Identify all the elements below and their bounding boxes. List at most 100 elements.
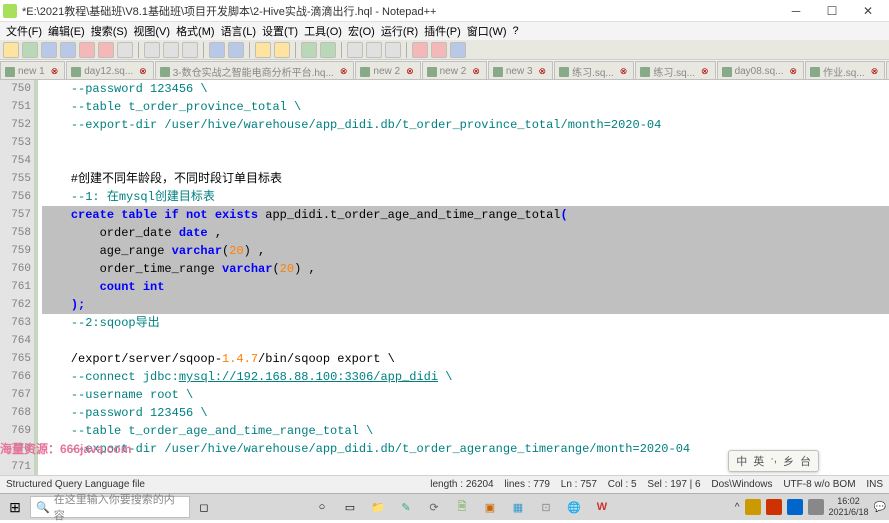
zoom-in-button[interactable] bbox=[301, 42, 317, 58]
code-line[interactable]: --username root \ bbox=[42, 386, 889, 404]
menu-item[interactable]: 设置(T) bbox=[259, 23, 301, 39]
code-line[interactable]: age_range varchar(20) , bbox=[42, 242, 889, 260]
replace-button[interactable] bbox=[274, 42, 290, 58]
editor-tab[interactable]: new 2⊗ bbox=[355, 61, 420, 79]
menu-item[interactable]: 插件(P) bbox=[421, 23, 464, 39]
find-button[interactable] bbox=[255, 42, 271, 58]
tab-close-icon[interactable]: ⊗ bbox=[406, 66, 414, 77]
taskbar-search[interactable]: 🔍 在这里输入你要搜索的内容 bbox=[30, 496, 190, 518]
ime-option[interactable]: 英 bbox=[753, 453, 764, 469]
open-file-button[interactable] bbox=[22, 42, 38, 58]
save-all-button[interactable] bbox=[60, 42, 76, 58]
undo-button[interactable] bbox=[209, 42, 225, 58]
tray-icon-4[interactable] bbox=[808, 499, 824, 515]
menu-item[interactable]: 编辑(E) bbox=[45, 23, 88, 39]
zoom-out-button[interactable] bbox=[320, 42, 336, 58]
menu-item[interactable]: 搜索(S) bbox=[88, 23, 131, 39]
tab-close-icon[interactable]: ⊗ bbox=[139, 66, 147, 77]
tray-icon-2[interactable] bbox=[766, 499, 782, 515]
task-view-icon[interactable]: ◻ bbox=[192, 495, 216, 519]
cut-button[interactable] bbox=[144, 42, 160, 58]
explorer-icon[interactable]: 📁 bbox=[366, 495, 390, 519]
menu-item[interactable]: 视图(V) bbox=[130, 23, 173, 39]
app-icon-2[interactable]: ⟳ bbox=[422, 495, 446, 519]
tab-close-icon[interactable]: ⊗ bbox=[472, 66, 480, 77]
indent-guide-button[interactable] bbox=[385, 42, 401, 58]
editor-tab[interactable]: day08.sq...⊗ bbox=[717, 61, 804, 79]
play-macro-button[interactable] bbox=[431, 42, 447, 58]
ime-option[interactable]: ·, bbox=[770, 453, 777, 469]
code-line[interactable]: --password 123456 \ bbox=[42, 80, 889, 98]
show-symbols-button[interactable] bbox=[366, 42, 382, 58]
code-line[interactable] bbox=[42, 134, 889, 152]
code-line[interactable]: --table t_order_age_and_time_range_total… bbox=[42, 422, 889, 440]
menu-item[interactable]: 运行(R) bbox=[378, 23, 421, 39]
editor-tab[interactable]: 练习.sq...⊗ bbox=[635, 61, 715, 79]
app-icon-4[interactable]: ⊡ bbox=[534, 495, 558, 519]
run-button[interactable] bbox=[450, 42, 466, 58]
vmware-icon[interactable]: ▣ bbox=[478, 495, 502, 519]
tab-close-icon[interactable]: ⊗ bbox=[701, 66, 709, 77]
code-line[interactable] bbox=[42, 152, 889, 170]
save-button[interactable] bbox=[41, 42, 57, 58]
editor-tab[interactable]: new 3⊗ bbox=[488, 61, 553, 79]
app-icon-1[interactable]: ✎ bbox=[394, 495, 418, 519]
code-line[interactable]: --1: 在mysql创建目标表 bbox=[42, 188, 889, 206]
tray-chevron-icon[interactable]: ^ bbox=[735, 502, 740, 513]
tray-icon-1[interactable] bbox=[745, 499, 761, 515]
code-line[interactable]: --table t_order_province_total \ bbox=[42, 98, 889, 116]
tray-icon-3[interactable] bbox=[787, 499, 803, 515]
editor-tab[interactable]: 练习.sq...⊗ bbox=[554, 61, 634, 79]
menu-item[interactable]: ? bbox=[510, 25, 522, 37]
system-tray[interactable]: ^ 16:022021/6/18 💬 bbox=[735, 496, 889, 518]
ime-option[interactable]: 乡 bbox=[783, 453, 794, 469]
code-line[interactable]: --connect jdbc:mysql://192.168.88.100:33… bbox=[42, 368, 889, 386]
editor-tab[interactable]: day12.sq...⊗ bbox=[66, 61, 153, 79]
code-line[interactable]: ); bbox=[42, 296, 889, 314]
menu-item[interactable]: 工具(O) bbox=[301, 23, 345, 39]
new-file-button[interactable] bbox=[3, 42, 19, 58]
wordwrap-button[interactable] bbox=[347, 42, 363, 58]
code-line[interactable]: create table if not exists app_didi.t_or… bbox=[42, 206, 889, 224]
tab-close-icon[interactable]: ⊗ bbox=[871, 66, 879, 77]
wps-icon[interactable]: W bbox=[590, 495, 614, 519]
code-line[interactable]: #创建不同年龄段，不同时段订单目标表 bbox=[42, 170, 889, 188]
app-icon-3[interactable]: ▦ bbox=[506, 495, 530, 519]
redo-button[interactable] bbox=[228, 42, 244, 58]
cortana-icon[interactable]: ○ bbox=[310, 495, 334, 519]
browser-icon[interactable]: 🌐 bbox=[562, 495, 586, 519]
close-all-button[interactable] bbox=[98, 42, 114, 58]
editor-tab[interactable]: new 1⊗ bbox=[0, 61, 65, 79]
tab-close-icon[interactable]: ⊗ bbox=[620, 66, 628, 77]
editor-tab[interactable]: 3-数仓实战之智能电商分析平台.hq...⊗ bbox=[155, 61, 355, 79]
paste-button[interactable] bbox=[182, 42, 198, 58]
taskview-icon[interactable]: ▭ bbox=[338, 495, 362, 519]
editor-tab[interactable]: 作业.sq...⊗ bbox=[805, 61, 885, 79]
tab-close-icon[interactable]: ⊗ bbox=[789, 66, 797, 77]
menu-item[interactable]: 窗口(W) bbox=[464, 23, 510, 39]
tab-close-icon[interactable]: ⊗ bbox=[51, 66, 59, 77]
close-file-button[interactable] bbox=[79, 42, 95, 58]
notepadpp-icon[interactable]: 🗎 bbox=[450, 495, 474, 519]
code-line[interactable]: --2:sqoop导出 bbox=[42, 314, 889, 332]
code-line[interactable]: count int bbox=[42, 278, 889, 296]
ime-option[interactable]: 台 bbox=[800, 453, 811, 469]
menu-item[interactable]: 宏(O) bbox=[345, 23, 378, 39]
menu-item[interactable]: 文件(F) bbox=[3, 23, 45, 39]
code-line[interactable] bbox=[42, 332, 889, 350]
tab-close-icon[interactable]: ⊗ bbox=[340, 66, 348, 77]
code-line[interactable]: --export-dir /user/hive/warehouse/app_di… bbox=[42, 116, 889, 134]
tab-close-icon[interactable]: ⊗ bbox=[539, 66, 547, 77]
menu-item[interactable]: 格式(M) bbox=[173, 23, 218, 39]
code-line[interactable]: /export/server/sqoop-1.4.7/bin/sqoop exp… bbox=[42, 350, 889, 368]
code-area[interactable]: --password 123456 \ --table t_order_prov… bbox=[38, 80, 889, 475]
copy-button[interactable] bbox=[163, 42, 179, 58]
ime-toolbar[interactable]: 中英·,乡台 bbox=[728, 450, 819, 472]
taskbar-clock[interactable]: 16:022021/6/18 bbox=[829, 496, 869, 518]
menu-item[interactable]: 语言(L) bbox=[218, 23, 259, 39]
close-button[interactable]: ✕ bbox=[850, 1, 886, 21]
notifications-icon[interactable]: 💬 bbox=[874, 502, 886, 513]
code-editor[interactable]: 7507517527537547557567577587597607617627… bbox=[0, 80, 889, 475]
minimize-button[interactable]: ─ bbox=[778, 1, 814, 21]
code-line[interactable]: order_time_range varchar(20) , bbox=[42, 260, 889, 278]
